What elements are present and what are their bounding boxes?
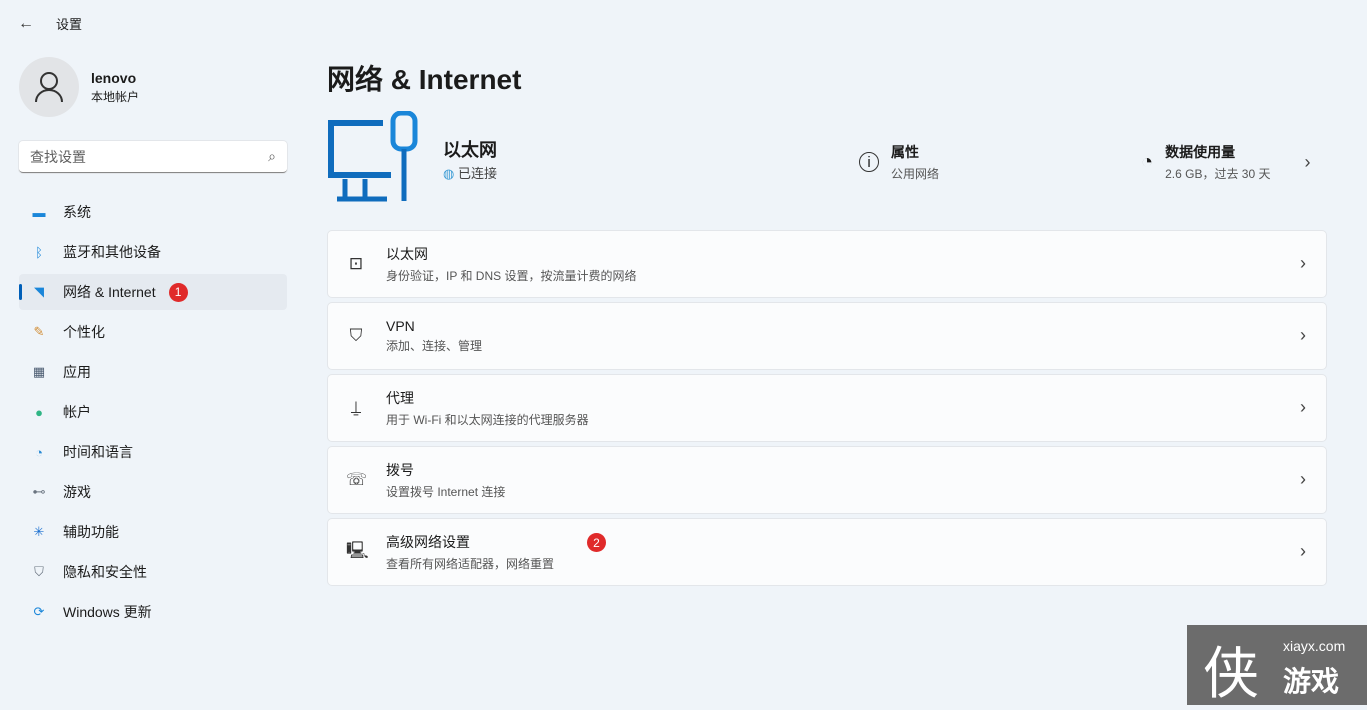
- settings-card[interactable]: ⊡ 以太网身份验证，IP 和 DNS 设置，按流量计费的网络 ›: [327, 230, 1327, 298]
- title-bar: ← 设置: [18, 14, 82, 33]
- page-title: 网络 & Internet: [327, 64, 522, 95]
- settings-card[interactable]: ☏ 拨号设置拨号 Internet 连接 ›: [327, 446, 1327, 514]
- connection-status: ◍ 已连接: [443, 166, 497, 181]
- card-title: VPN: [386, 318, 415, 334]
- sidebar-item-label: 网络 & Internet: [63, 284, 156, 300]
- sidebar-item[interactable]: ⊷ 游戏: [19, 474, 287, 510]
- sidebar-item[interactable]: ▦ 应用: [19, 354, 287, 390]
- vpn-shield-icon: ⛉: [349, 326, 363, 345]
- monitor-icon: ▬: [32, 204, 46, 220]
- brush-icon: ✎: [33, 324, 45, 339]
- wifi-icon: ◥: [34, 284, 44, 299]
- step-badge: 1: [168, 282, 188, 302]
- chevron-right-icon: ›: [1300, 325, 1306, 345]
- connection-name: 以太网: [443, 140, 497, 160]
- globe-icon: ◍: [443, 166, 455, 181]
- ethernet-summary: 以太网 ◍ 已连接 i 属性 公用网络 ◔ 数据使用量 2.6 GB，过去 30 天…: [327, 111, 1327, 206]
- avatar: [19, 57, 79, 117]
- sidebar-item[interactable]: ✳ 辅助功能: [19, 514, 287, 550]
- search-placeholder: 查找设置: [30, 148, 86, 165]
- pie-chart-icon: ◔: [1141, 150, 1154, 173]
- chevron-right-icon: ›: [1304, 151, 1311, 172]
- search-icon[interactable]: ⌕: [268, 148, 276, 165]
- globe-clock-icon: ◔: [35, 444, 43, 460]
- card-subtitle: 查看所有网络适配器，网络重置: [386, 557, 555, 572]
- settings-cards: ⊡ 以太网身份验证，IP 和 DNS 设置，按流量计费的网络 › ⛉ VPN 添加、连接、…: [327, 230, 1327, 590]
- sidebar-item-label: 应用: [63, 364, 91, 380]
- sidebar-item[interactable]: ⛉ 隐私和安全性: [19, 554, 287, 590]
- ethernet-monitor-icon: [328, 111, 418, 202]
- card-title: 拨号: [386, 462, 414, 478]
- chevron-right-icon: ›: [1300, 541, 1306, 561]
- account-type: 本地帐户: [91, 89, 140, 104]
- sidebar-item[interactable]: ◥ 网络 & Internet 1: [19, 274, 287, 310]
- card-subtitle: 身份验证，IP 和 DNS 设置，按流量计费的网络: [386, 269, 637, 283]
- ethernet-icon: ⊡: [348, 254, 364, 273]
- sidebar-item[interactable]: ▬ 系统: [19, 194, 287, 230]
- sidebar-nav: ▬ 系统 ᛒ 蓝牙和其他设备 ◥ 网络 & Internet 1 ✎ 个性化 ▦ 应用 ● 帐户 ◔ 时间和…: [19, 194, 287, 634]
- step-badge: 2: [587, 533, 606, 553]
- sidebar-item-label: 游戏: [63, 484, 91, 500]
- sidebar-item-label: 时间和语言: [63, 444, 133, 460]
- card-subtitle: 添加、连接、管理: [386, 339, 483, 353]
- person-icon: ●: [35, 404, 43, 420]
- card-subtitle: 设置拨号 Internet 连接: [386, 485, 506, 499]
- sidebar-item-label: 隐私和安全性: [63, 564, 147, 580]
- card-title: 以太网: [386, 246, 428, 262]
- user-profile[interactable]: lenovo 本地帐户: [19, 57, 139, 117]
- advanced-network-icon: 🖳: [346, 540, 369, 560]
- sidebar-item-label: 系统: [63, 204, 91, 220]
- sidebar-item[interactable]: ● 帐户: [19, 394, 287, 430]
- settings-card[interactable]: ⍊ 代理用于 Wi-Fi 和以太网连接的代理服务器 ›: [327, 374, 1327, 442]
- sidebar-item-label: 个性化: [63, 324, 105, 340]
- data-usage-button[interactable]: ◔ 数据使用量 2.6 GB，过去 30 天 ›: [1141, 142, 1310, 182]
- card-title: 代理: [386, 390, 414, 406]
- user-name: lenovo: [91, 69, 137, 86]
- dialup-icon: ☏: [346, 470, 368, 489]
- sidebar-item-label: 蓝牙和其他设备: [63, 244, 161, 260]
- sidebar-item[interactable]: ◔ 时间和语言: [19, 434, 287, 470]
- window-title: 设置: [56, 17, 83, 32]
- sidebar-item-label: 辅助功能: [63, 524, 119, 540]
- settings-card[interactable]: ⛉ VPN 添加、连接、管理 ›: [327, 302, 1327, 370]
- card-subtitle: 用于 Wi-Fi 和以太网连接的代理服务器: [386, 413, 589, 427]
- chevron-right-icon: ›: [1300, 253, 1306, 273]
- settings-card[interactable]: 🖳 高级网络设置 2 查看所有网络适配器，网络重置 ›: [327, 518, 1327, 586]
- chevron-right-icon: ›: [1300, 469, 1306, 489]
- person-icon: [35, 72, 63, 103]
- search-input[interactable]: 查找设置 ⌕: [19, 141, 287, 173]
- info-icon: i: [859, 152, 879, 172]
- sidebar-item-label: Windows 更新: [63, 604, 152, 620]
- update-icon: ⟳: [33, 604, 45, 619]
- apps-icon: ▦: [32, 364, 46, 379]
- sidebar-item-label: 帐户: [63, 404, 91, 420]
- back-arrow-icon[interactable]: ←: [18, 15, 34, 33]
- bluetooth-icon: ᛒ: [35, 244, 43, 260]
- sidebar-item[interactable]: ᛒ 蓝牙和其他设备: [19, 234, 287, 270]
- watermark-logo: 侠 xiayx.com 游戏: [1187, 625, 1367, 707]
- gamepad-icon: ⊷: [32, 484, 46, 499]
- properties-button[interactable]: i 属性 公用网络: [859, 142, 939, 182]
- accessibility-icon: ✳: [33, 524, 45, 539]
- shield-icon: ⛉: [34, 564, 44, 579]
- card-title: 高级网络设置 2: [386, 532, 606, 553]
- sidebar-item[interactable]: ⟳ Windows 更新: [19, 594, 287, 630]
- proxy-icon: ⍊: [350, 398, 362, 417]
- chevron-right-icon: ›: [1300, 397, 1306, 417]
- sidebar-item[interactable]: ✎ 个性化: [19, 314, 287, 350]
